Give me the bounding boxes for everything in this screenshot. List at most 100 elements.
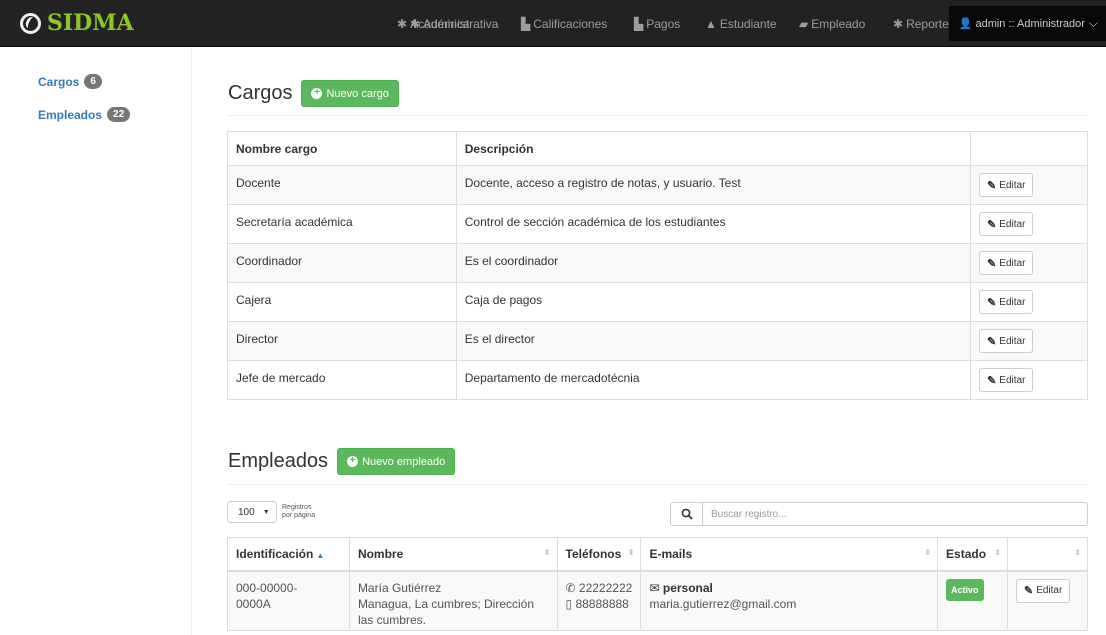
table-header-row: Identificación ▲ Nombre ⬍ Teléfonos ⬍ E-mai… xyxy=(227,537,1089,572)
edit-icon: ✎ xyxy=(987,218,997,231)
file-icon: ▙ xyxy=(634,16,644,31)
user-menu[interactable]: 👤 admin :: Administrador ⌵ xyxy=(948,6,1106,41)
sidebar-item-label: Cargos xyxy=(38,74,80,89)
employee-actions: ✎ Editar xyxy=(1006,570,1089,631)
column-header-identificacion[interactable]: Identificación ▲ xyxy=(227,537,350,572)
edit-button[interactable]: ✎ Editar xyxy=(979,368,1034,392)
table-row: Jefe de mercado Departamento de mercadot… xyxy=(227,360,1088,400)
new-empleado-label: Nuevo empleado xyxy=(362,455,446,468)
employee-phone: 22222222 xyxy=(578,580,633,595)
column-header-label: E-mails xyxy=(649,546,693,561)
sidebar-item-cargos[interactable]: Cargos 6 xyxy=(38,74,102,89)
edit-button[interactable]: ✎ Editar xyxy=(979,329,1034,353)
column-header-estado[interactable]: Estado ⬍ xyxy=(937,537,1008,572)
envelope-icon: ✉ xyxy=(649,580,660,595)
column-header-nombre[interactable]: Nombre ⬍ xyxy=(348,537,558,572)
brand[interactable]: SIDMA xyxy=(20,6,134,40)
edit-button[interactable]: ✎ Editar xyxy=(979,290,1034,314)
cargo-description: Departamento de mercadotécnia xyxy=(455,360,972,400)
column-header-label: Teléfonos xyxy=(565,546,622,561)
employee-id: 000-00000- 0000A xyxy=(227,570,350,631)
employee-phones: ✆ 22222222 ▯ 88888888 xyxy=(556,570,642,631)
sort-asc-icon: ▲ xyxy=(316,550,325,560)
new-cargo-button[interactable]: + Nuevo cargo xyxy=(301,80,399,107)
column-header-emails[interactable]: E-mails ⬍ xyxy=(640,537,939,572)
column-header-label: Identificación xyxy=(236,546,314,561)
nav-calificaciones-label: Calificaciones xyxy=(533,16,608,31)
cargo-name: Cajera xyxy=(227,282,457,322)
page-length-label-2: por página xyxy=(282,512,316,519)
empleados-header: Empleados + Nuevo empleado xyxy=(228,448,456,475)
gear-icon: ✱ xyxy=(893,16,904,31)
table-row: Secretaría académica Control de sección … xyxy=(227,204,1088,244)
nav-empleado-label: Empleado xyxy=(811,16,866,31)
column-header xyxy=(970,131,1088,166)
gear-icon: ✱ xyxy=(410,16,421,31)
edit-button[interactable]: ✎ Editar xyxy=(979,173,1034,197)
nav-administrativa-2[interactable]: ✱ Administrativa xyxy=(410,0,498,47)
employee-status-cell: Activo xyxy=(937,570,1008,631)
file-icon: ▙ xyxy=(521,16,531,31)
nav-calificaciones[interactable]: ▙ Calificaciones xyxy=(521,0,607,47)
column-header: Nombre cargo xyxy=(227,131,457,166)
nav-estudiante[interactable]: ▲ Estudiante xyxy=(705,0,777,47)
edit-icon: ✎ xyxy=(987,335,997,348)
nav-pagos[interactable]: ▙ Pagos xyxy=(634,0,680,47)
page-length-select[interactable]: 100 ▼ xyxy=(227,501,277,523)
edit-label: Editar xyxy=(999,257,1026,269)
caret-down-icon: ▼ xyxy=(262,508,270,516)
folder-open-icon: ▰ xyxy=(799,16,809,31)
plus-circle-icon: + xyxy=(347,456,359,467)
edit-label: Editar xyxy=(999,335,1026,347)
divider xyxy=(227,484,1088,485)
column-header-label: Estado xyxy=(946,546,987,561)
plus-circle-icon: + xyxy=(311,88,323,99)
sort-icon: ⬍ xyxy=(924,548,932,557)
cargos-table: Nombre cargo Descripción Docente Docente… xyxy=(227,131,1088,400)
sort-icon: ⬍ xyxy=(1074,548,1081,557)
search-button[interactable] xyxy=(670,502,703,526)
nav-empleado[interactable]: ▰ Empleado xyxy=(799,0,865,47)
edit-button[interactable]: ✎ Editar xyxy=(979,251,1034,275)
edit-icon: ✎ xyxy=(1023,584,1034,597)
page-length-label: Registros por página xyxy=(282,504,315,520)
gear-icon: ✱ xyxy=(397,16,408,31)
nav-administrativa-label: Administrativa xyxy=(423,16,499,31)
search-icon xyxy=(681,508,693,520)
cargo-description: Docente, acceso a registro de notas, y u… xyxy=(455,165,972,205)
edit-button[interactable]: ✎ Editar xyxy=(1015,578,1071,603)
search-input[interactable]: Buscar registro... xyxy=(703,502,1088,526)
divider xyxy=(227,115,1088,116)
cargo-name: Coordinador xyxy=(227,243,457,283)
sort-icon: ⬍ xyxy=(994,548,1001,557)
page-length-control: 100 ▼ Registros por página xyxy=(227,501,315,523)
sidebar-item-empleados[interactable]: Empleados 22 xyxy=(38,107,131,122)
edit-label: Editar xyxy=(1036,584,1063,596)
employee-address: Managua, La cumbres; Dirección xyxy=(357,596,535,611)
cargo-name: Jefe de mercado xyxy=(227,360,457,400)
cargos-header: Cargos + Nuevo cargo xyxy=(228,80,399,107)
table-row: Coordinador Es el coordinador ✎ Editar xyxy=(227,243,1088,283)
employee-id-line: 000-00000- xyxy=(236,580,298,595)
count-badge: 6 xyxy=(84,74,102,89)
email-type: personal xyxy=(662,580,713,595)
new-empleado-button[interactable]: + Nuevo empleado xyxy=(337,448,456,475)
edit-label: Editar xyxy=(999,296,1026,308)
sort-icon: ⬍ xyxy=(543,548,551,557)
employee-email: maria.gutierrez@gmail.com xyxy=(649,596,797,611)
brand-logo-icon xyxy=(20,12,41,34)
brand-name: SIDMA xyxy=(47,10,134,36)
edit-button[interactable]: ✎ Editar xyxy=(979,212,1034,236)
employee-name-cell: María Gutiérrez Managua, La cumbres; Dir… xyxy=(348,570,558,631)
search-group: Buscar registro... xyxy=(670,502,1088,526)
nav-reportes[interactable]: ✱ Reportes xyxy=(893,0,955,47)
nav-reportes-label: Reportes xyxy=(906,16,955,31)
cargo-description: Es el director xyxy=(455,321,972,361)
page-length-value: 100 xyxy=(238,506,255,518)
cargo-name: Secretaría académica xyxy=(227,204,457,244)
sidebar-item-label: Empleados xyxy=(38,107,103,122)
table-row: Director Es el director ✎ Editar xyxy=(227,321,1088,361)
graduation-cap-icon: ▲ xyxy=(705,16,717,31)
column-header-telefonos[interactable]: Teléfonos ⬍ xyxy=(556,537,642,572)
column-header-actions[interactable]: ⬍ xyxy=(1006,537,1089,572)
